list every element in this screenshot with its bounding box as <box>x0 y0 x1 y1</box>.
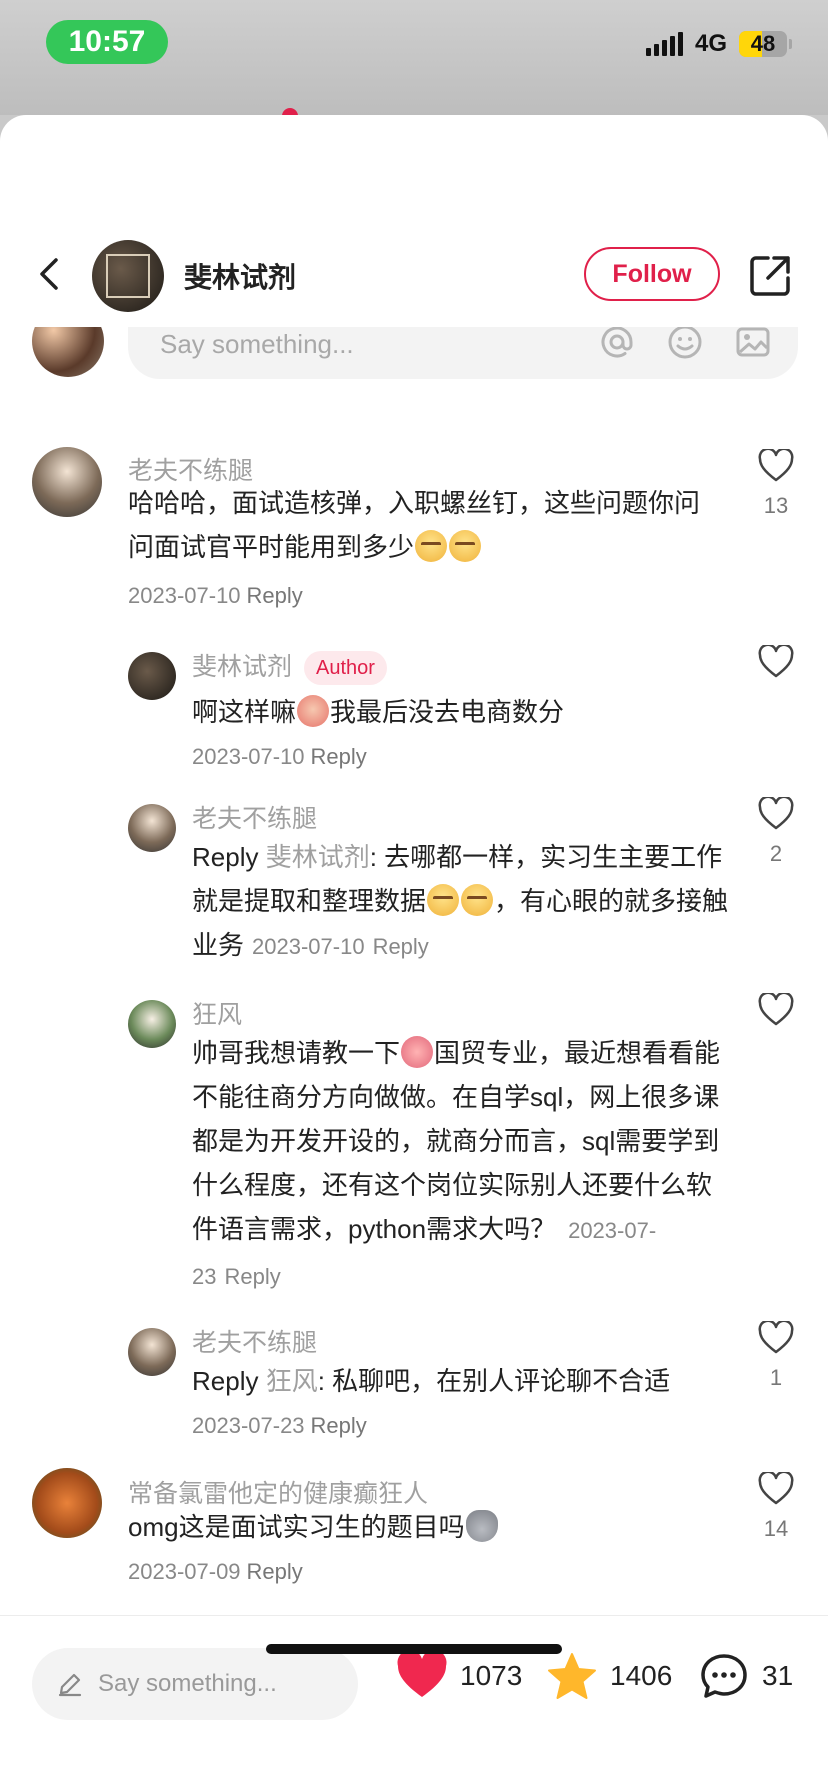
like-count: 13 <box>763 493 789 518</box>
like-button[interactable]: 1 <box>746 1321 806 1391</box>
author-name[interactable]: 斐林试剂 <box>184 256 296 296</box>
reply-text[interactable]: 啊这样嘛 我最后没去电商数分 <box>192 690 732 734</box>
composer-row: Say something... <box>0 327 828 379</box>
reply-date: 2023-07-10 <box>192 744 305 769</box>
reply-avatar[interactable] <box>128 652 176 700</box>
comment-date: 2023-07-10 <box>128 583 241 608</box>
sad-face-emoji <box>297 695 330 727</box>
status-bar: 10:57 4G 48 <box>0 0 828 115</box>
bottom-input-placeholder: Say something... <box>98 1670 277 1697</box>
comment-stat[interactable]: 31 <box>698 1652 793 1700</box>
heart-outline-icon <box>758 449 794 482</box>
heart-filled-icon <box>397 1652 447 1697</box>
commenter-avatar[interactable] <box>32 1468 102 1538</box>
nerd-face-emoji <box>449 530 482 562</box>
emoji-icon[interactable] <box>666 327 704 361</box>
author-badge: Author <box>304 651 387 686</box>
nerd-face-emoji <box>415 530 448 562</box>
reply-user-name[interactable]: 斐林试剂 Author <box>192 647 387 686</box>
comment-date: 2023-07-09 <box>128 1559 241 1584</box>
like-button[interactable]: 13 <box>746 449 806 519</box>
status-indicators: 4G 48 <box>645 30 792 58</box>
comment-text[interactable]: omg这是面试实习生的题目吗 <box>128 1505 718 1549</box>
battery-percent: 48 <box>750 31 776 56</box>
like-button[interactable]: 14 <box>746 1472 806 1542</box>
comments-sheet: 斐林试剂 Follow Say something... 老夫不练腿 哈哈哈，面… <box>0 115 828 1792</box>
home-indicator <box>266 1644 562 1654</box>
heart-outline-icon <box>758 1321 794 1354</box>
comments-list: Say something... 老夫不练腿 哈哈哈，面试造核弹，入职螺丝钉，这… <box>0 327 828 1627</box>
reply-text[interactable]: Reply 斐林试剂: 去哪都一样，实习生主要工作就是提取和整理数据 ，有心眼的就… <box>192 835 732 969</box>
comment-meta: 2023-07-09 Reply <box>128 1559 303 1585</box>
reply-button[interactable]: Reply <box>311 1413 367 1438</box>
like-button[interactable]: 2 <box>746 797 806 867</box>
reply-user-name[interactable]: 老夫不练腿 <box>192 1323 317 1359</box>
nerd-face-emoji <box>427 884 460 916</box>
reply-button[interactable]: Reply <box>247 1559 303 1584</box>
reply-date: 2023-07-23 <box>192 1413 305 1438</box>
reply-user-name[interactable]: 狂风 <box>192 995 242 1031</box>
pencil-icon <box>58 1673 82 1697</box>
like-total: 1073 <box>460 1660 523 1691</box>
chat-bubble-icon <box>701 1654 747 1698</box>
follow-button[interactable]: Follow <box>584 247 720 301</box>
comment-meta: 2023-07-10 Reply <box>128 583 303 609</box>
star-total: 1406 <box>610 1660 673 1691</box>
reply-to-name[interactable]: 狂风 <box>266 1366 318 1396</box>
share-icon[interactable] <box>746 252 794 300</box>
bottom-action-bar: Say something... 1073 1406 31 <box>0 1615 828 1792</box>
bottom-comment-input[interactable]: Say something... <box>32 1648 358 1720</box>
like-count: 1 <box>769 1365 783 1390</box>
pig-face-emoji <box>401 1036 434 1068</box>
network-type: 4G <box>694 30 727 57</box>
star-filled-icon <box>548 1653 596 1699</box>
like-button[interactable] <box>746 645 806 679</box>
comment-input-placeholder: Say something... <box>160 329 354 359</box>
reply-button[interactable]: Reply <box>311 744 367 769</box>
nerd-face-emoji <box>461 884 494 916</box>
current-user-avatar <box>32 327 104 377</box>
back-arrow-icon[interactable] <box>30 254 70 294</box>
post-header: 斐林试剂 Follow <box>0 220 828 330</box>
comment-text[interactable]: 哈哈哈，面试造核弹，入职螺丝钉，这些问题你问问面试官平时能用到多少 <box>128 481 718 569</box>
reply-avatar[interactable] <box>128 1000 176 1048</box>
star-stat[interactable]: 1406 <box>546 1652 672 1700</box>
comment: 常备氯雷他定的健康癫狂人 omg这是面试实习生的题目吗 2023-07-09 Re… <box>0 327 828 1584</box>
like-count: 14 <box>763 1516 789 1541</box>
reply-text[interactable]: 帅哥我想请教一下 国贸专业，最近想看看能不能往商分方向做做。在自学sql，网上很多… <box>192 1031 732 1299</box>
reply-button[interactable]: Reply <box>224 1264 280 1289</box>
like-stat[interactable]: 1073 <box>396 1652 522 1700</box>
like-button[interactable] <box>746 993 806 1027</box>
image-icon[interactable] <box>734 327 772 361</box>
battery-icon: 48 <box>739 31 787 57</box>
reply-avatar[interactable] <box>128 1328 176 1376</box>
heart-outline-icon <box>758 645 794 678</box>
reply-avatar[interactable] <box>128 804 176 852</box>
heart-outline-icon <box>758 797 794 830</box>
signal-icon <box>645 32 683 56</box>
like-count: 2 <box>769 841 783 866</box>
status-time: 10:57 <box>46 20 168 64</box>
reply-user-name[interactable]: 老夫不练腿 <box>192 799 317 835</box>
money-bag-emoji <box>465 1510 498 1542</box>
heart-outline-icon <box>758 1472 794 1505</box>
reply-button[interactable]: Reply <box>373 934 429 959</box>
mention-icon[interactable] <box>598 327 636 361</box>
commenter-avatar[interactable] <box>32 447 102 517</box>
author-avatar[interactable] <box>92 240 164 312</box>
reply-text[interactable]: Reply 狂风: 私聊吧，在别人评论聊不合适 <box>192 1359 732 1403</box>
reply-to-name[interactable]: 斐林试剂 <box>266 842 370 872</box>
comment-total: 31 <box>762 1660 794 1691</box>
reply-button[interactable]: Reply <box>247 583 303 608</box>
reply-meta: 2023-07-10 Reply <box>192 744 367 770</box>
reply-date: 2023-07-10 <box>252 934 365 959</box>
reply-meta: 2023-07-23 Reply <box>192 1413 367 1439</box>
comment-input[interactable]: Say something... <box>128 327 798 379</box>
heart-outline-icon <box>758 993 794 1026</box>
